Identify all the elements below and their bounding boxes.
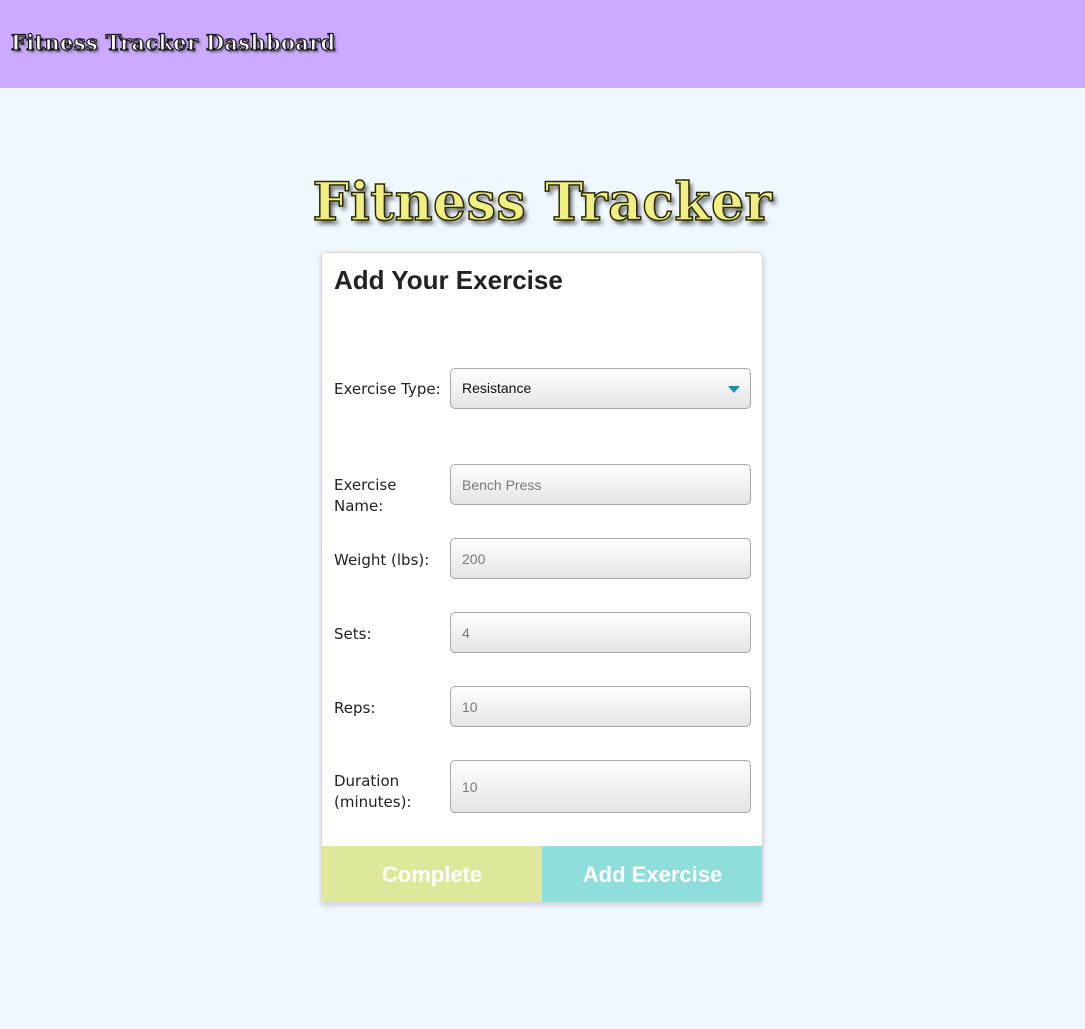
sets-input[interactable] <box>450 612 751 653</box>
exercise-type-select[interactable]: Resistance <box>450 368 751 409</box>
exercise-form-card: Add Your Exercise Exercise Type: Resista… <box>321 252 763 903</box>
add-exercise-button[interactable]: Add Exercise <box>542 846 762 902</box>
hero-title: Fitness Tracker <box>312 171 773 234</box>
duration-label: Duration (minutes): <box>334 772 412 811</box>
top-bar: Fitness Tracker Dashboard <box>0 0 1085 88</box>
reps-input[interactable] <box>450 686 751 727</box>
exercise-name-input[interactable] <box>450 464 751 505</box>
exercise-type-label: Exercise Type: <box>334 380 441 398</box>
exercise-name-label: Exercise Name: <box>334 476 397 515</box>
form-heading: Add Your Exercise <box>334 265 563 295</box>
chevron-down-icon <box>728 386 740 393</box>
complete-button[interactable]: Complete <box>322 846 542 902</box>
exercise-type-value: Resistance <box>462 380 532 396</box>
app-title: Fitness Tracker Dashboard <box>10 29 336 55</box>
weight-input[interactable] <box>450 538 751 579</box>
weight-label: Weight (lbs): <box>334 551 430 569</box>
reps-label: Reps: <box>334 699 376 717</box>
duration-input[interactable] <box>450 760 751 813</box>
sets-label: Sets: <box>334 625 372 643</box>
